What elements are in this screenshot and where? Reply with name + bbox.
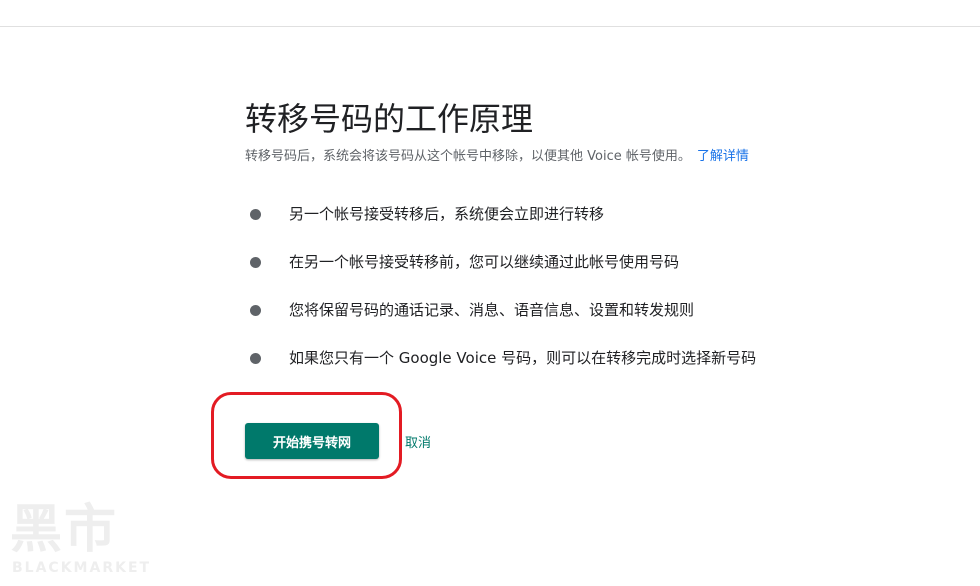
page-subtitle: 转移号码后，系统会将该号码从这个帐号中移除，以便其他 Voice 帐号使用。 了解… (245, 148, 945, 166)
subtitle-text: 转移号码后，系统会将该号码从这个帐号中移除，以便其他 Voice 帐号使用。 (245, 149, 691, 164)
watermark-main-text: 黑市 (10, 500, 119, 560)
learn-more-link[interactable]: 了解详情 (697, 149, 749, 164)
bullet-icon (250, 257, 261, 268)
bullet-icon (250, 305, 261, 316)
bullet-icon (250, 209, 261, 220)
cancel-button[interactable]: 取消 (405, 432, 431, 451)
watermark-logo: 黑市 BLACKMARKET (10, 500, 149, 580)
top-bar (0, 0, 980, 27)
list-item-text: 另一个帐号接受转移后，系统便会立即进行转移 (289, 205, 605, 223)
watermark-sub-text: BLACKMARKET (12, 560, 152, 576)
main-content: 转移号码的工作原理 转移号码后，系统会将该号码从这个帐号中移除，以便其他 Voi… (245, 96, 945, 367)
list-item-text: 您将保留号码的通话记录、消息、语音信息、设置和转发规则 (289, 301, 695, 319)
start-port-button[interactable]: 开始携号转网 (245, 423, 379, 459)
page-title: 转移号码的工作原理 (245, 100, 534, 138)
bullet-icon (250, 353, 261, 364)
list-item-text: 在另一个帐号接受转移前，您可以继续通过此帐号使用号码 (289, 253, 680, 271)
list-item-text: 如果您只有一个 Google Voice 号码，则可以在转移完成时选择新号码 (289, 349, 757, 367)
